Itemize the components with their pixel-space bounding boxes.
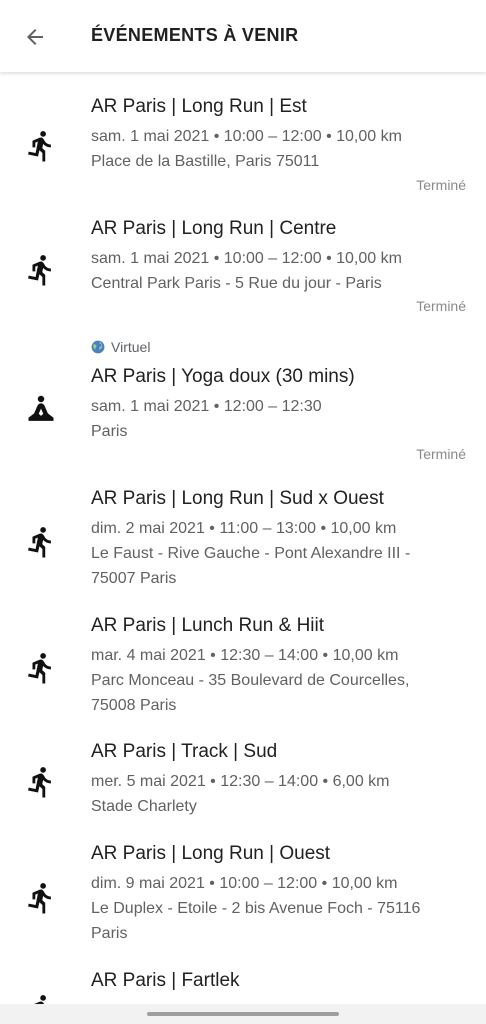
yoga-icon: [23, 391, 59, 427]
virtual-badge: Virtuel: [91, 339, 150, 355]
home-gesture-handle[interactable]: [147, 1012, 339, 1016]
event-location-line2: 75008 Paris: [91, 697, 177, 714]
event-location: Parc Monceau - 35 Boulevard de Courcelle…: [91, 672, 410, 689]
event-datetime: mar. 4 mai 2021 • 12:30 – 14:00 • 10,00 …: [91, 647, 399, 664]
globe-icon: [91, 340, 105, 354]
running-icon: [23, 650, 59, 686]
event-datetime: dim. 9 mai 2021 • 10:00 – 12:00 • 10,00 …: [91, 875, 398, 892]
event-datetime: sam. 1 mai 2021 • 12:00 – 12:30: [91, 398, 322, 415]
event-datetime: mer. 5 mai 2021 • 12:30 – 14:00 • 6,00 k…: [91, 773, 390, 790]
event-status: Terminé: [416, 298, 466, 314]
event-item[interactable]: AR Paris | Track | Sud mer. 5 mai 2021 •…: [0, 728, 486, 832]
event-location: Stade Charlety: [91, 798, 197, 815]
event-location: Central Park Paris - 5 Rue du jour - Par…: [91, 275, 382, 292]
event-status: Terminé: [416, 446, 466, 462]
running-icon: [23, 128, 59, 164]
event-title: AR Paris | Track | Sud: [91, 741, 278, 762]
event-datetime: sam. 1 mai 2021 • 10:00 – 12:00 • 10,00 …: [91, 250, 402, 267]
event-item[interactable]: AR Paris | Fartlek: [0, 960, 486, 1004]
running-icon: [23, 880, 59, 916]
event-title: AR Paris | Yoga doux (30 mins): [91, 366, 355, 387]
virtual-badge-label: Virtuel: [111, 339, 151, 355]
running-icon: [23, 764, 59, 800]
event-location: Place de la Bastille, Paris 75011: [91, 153, 320, 170]
arrow-back-icon: [27, 29, 43, 45]
event-title: AR Paris | Long Run | Ouest: [91, 843, 331, 864]
event-title: AR Paris | Long Run | Est: [91, 96, 307, 117]
event-item[interactable]: AR Paris | Long Run | Est sam. 1 mai 202…: [0, 72, 486, 198]
running-icon: [23, 252, 59, 288]
event-title: AR Paris | Long Run | Centre: [91, 218, 337, 239]
page-title: ÉVÉNEMENTS À VENIR: [91, 25, 299, 45]
running-icon: [23, 524, 59, 560]
event-location-line2: Paris: [91, 925, 128, 942]
event-item[interactable]: Virtuel AR Paris | Yoga doux (30 mins) s…: [0, 326, 486, 476]
gesture-nav-bar: [0, 1004, 486, 1024]
app-bar: ÉVÉNEMENTS À VENIR: [0, 0, 486, 72]
event-location: Le Faust - Rive Gauche - Pont Alexandre …: [91, 545, 411, 562]
event-item[interactable]: AR Paris | Long Run | Sud x Ouest dim. 2…: [0, 476, 486, 602]
event-location: Paris: [91, 423, 128, 440]
running-icon: [23, 992, 59, 1004]
event-datetime: sam. 1 mai 2021 • 10:00 – 12:00 • 10,00 …: [91, 128, 402, 145]
event-title: AR Paris | Long Run | Sud x Ouest: [91, 488, 384, 509]
event-status: Terminé: [416, 177, 466, 193]
back-button[interactable]: [14, 16, 56, 58]
event-item[interactable]: AR Paris | Long Run | Ouest dim. 9 mai 2…: [0, 832, 486, 960]
event-item[interactable]: AR Paris | Long Run | Centre sam. 1 mai …: [0, 198, 486, 326]
event-title: AR Paris | Fartlek: [91, 970, 240, 991]
event-location-line2: 75007 Paris: [91, 570, 177, 587]
event-location: Le Duplex - Etoile - 2 bis Avenue Foch -…: [91, 900, 421, 917]
event-item[interactable]: AR Paris | Lunch Run & Hiit mar. 4 mai 2…: [0, 602, 486, 728]
event-title: AR Paris | Lunch Run & Hiit: [91, 615, 325, 636]
event-datetime: dim. 2 mai 2021 • 11:00 – 13:00 • 10,00 …: [91, 520, 397, 537]
